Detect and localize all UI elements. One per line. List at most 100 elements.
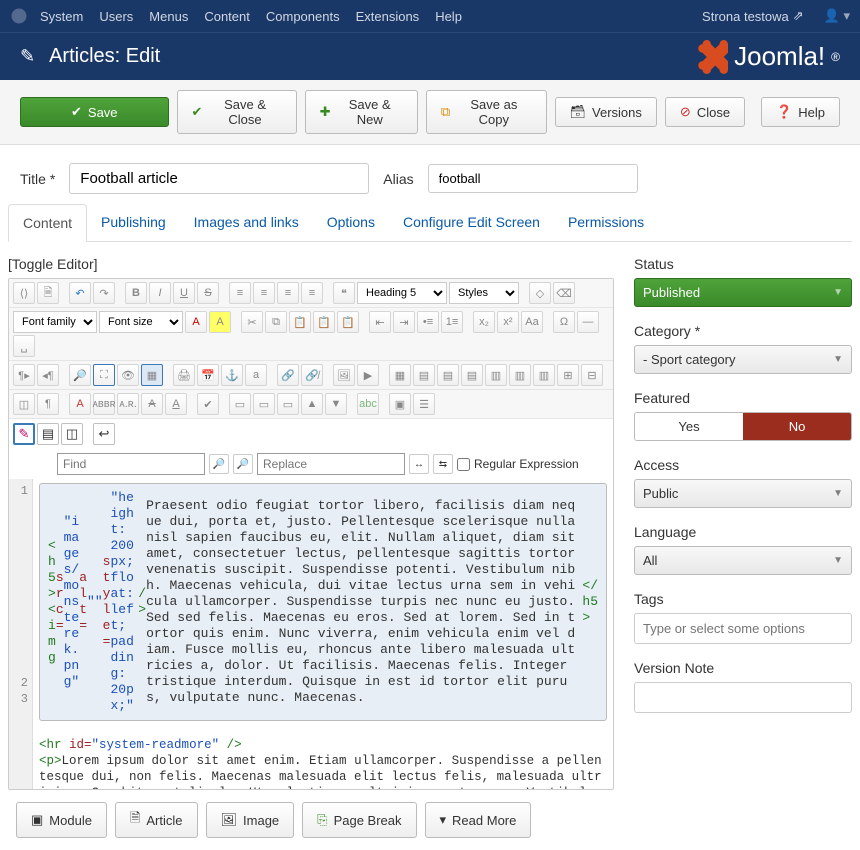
layer-up-icon[interactable]: ▲	[301, 393, 323, 415]
insert-pagebreak-button[interactable]: ⎘Page Break	[302, 802, 416, 838]
row-before-icon[interactable]: ▤	[413, 364, 435, 386]
blocks-icon[interactable]: ▦	[141, 364, 163, 386]
newdoc-icon[interactable]: 🗎	[37, 282, 59, 304]
toggle-editor-link[interactable]: [Toggle Editor]	[8, 256, 614, 272]
regex-checkbox-label[interactable]: Regular Expression	[457, 457, 579, 471]
replace-icon[interactable]: ↔	[409, 454, 429, 474]
tab-images-links[interactable]: Images and links	[180, 204, 313, 241]
category-select[interactable]: - Sport category▼	[634, 345, 852, 374]
save-close-button[interactable]: ✔Save & Close	[177, 90, 297, 134]
nbsp-icon[interactable]: ␣	[13, 335, 35, 357]
clear-format-icon[interactable]: ⌫	[553, 282, 575, 304]
paste-icon[interactable]: 📋	[289, 311, 311, 333]
user-menu-icon[interactable]: 👤 ▾	[824, 8, 850, 24]
align-center-icon[interactable]: ≡	[253, 282, 275, 304]
insert-readmore-button[interactable]: ▾Read More	[425, 802, 532, 838]
replace-input[interactable]	[257, 453, 405, 475]
nav-system[interactable]: System	[40, 9, 83, 24]
styles-select[interactable]: Styles	[449, 282, 519, 304]
bold-icon[interactable]: B	[125, 282, 147, 304]
paste-word-icon[interactable]: 📋	[337, 311, 359, 333]
anchor-icon[interactable]: ⚓	[221, 364, 243, 386]
language-select[interactable]: All▼	[634, 546, 852, 575]
save-button[interactable]: ✔Save	[20, 97, 169, 127]
del-col-icon[interactable]: ▥	[533, 364, 555, 386]
bg-color-icon[interactable]: A	[209, 311, 231, 333]
readmore-icon[interactable]: ☰	[413, 393, 435, 415]
wrap-icon[interactable]: ↩	[93, 423, 115, 445]
ul-icon[interactable]: •≡	[417, 311, 439, 333]
spellcheck-icon[interactable]: ✔	[197, 393, 219, 415]
image-icon[interactable]: 🖼	[333, 364, 355, 386]
code-body[interactable]: <h5><img src="images/monsterek.png" alt=…	[33, 479, 613, 789]
code-editor[interactable]: 1 2 3 <h5><img src="images/monsterek.png…	[9, 479, 613, 789]
redo-icon[interactable]: ↷	[93, 282, 115, 304]
underline-icon[interactable]: U	[173, 282, 195, 304]
indent-icon[interactable]: ⇥	[393, 311, 415, 333]
del-icon[interactable]: A	[141, 393, 163, 415]
template-icon[interactable]: abc	[357, 393, 379, 415]
save-copy-button[interactable]: ⧉Save as Copy	[426, 90, 547, 134]
nav-users[interactable]: Users	[99, 9, 133, 24]
featured-no[interactable]: No	[743, 413, 851, 440]
paste-text-icon[interactable]: 📋	[313, 311, 335, 333]
media-icon[interactable]: ▶	[357, 364, 379, 386]
col-before-icon[interactable]: ▥	[485, 364, 507, 386]
abbr-icon[interactable]: ᴀʙʙʀ	[93, 393, 115, 415]
insert-module-button[interactable]: ▣Module	[16, 802, 107, 838]
ltr-icon[interactable]: ¶▸	[13, 364, 35, 386]
show-blocks-icon[interactable]: ◫	[13, 393, 35, 415]
sup-icon[interactable]: x²	[497, 311, 519, 333]
table-icon[interactable]: ▦	[389, 364, 411, 386]
div-icon[interactable]: ▭	[229, 393, 251, 415]
date-icon[interactable]: 📅	[197, 364, 219, 386]
alias-input[interactable]	[428, 164, 638, 193]
align-right-icon[interactable]: ≡	[277, 282, 299, 304]
row-after-icon[interactable]: ▤	[437, 364, 459, 386]
mode-split-icon[interactable]: ◫	[61, 423, 83, 445]
versions-button[interactable]: 🗃Versions	[555, 97, 657, 127]
align-left-icon[interactable]: ≡	[229, 282, 251, 304]
eraser-icon[interactable]: ◇	[529, 282, 551, 304]
iframe-icon[interactable]: ▣	[389, 393, 411, 415]
layer-down-icon[interactable]: ▼	[325, 393, 347, 415]
site-link[interactable]: Strona testowa ⇗	[702, 8, 804, 24]
layer-icon[interactable]: ▭	[277, 393, 299, 415]
col-after-icon[interactable]: ▥	[509, 364, 531, 386]
regex-checkbox[interactable]	[457, 458, 470, 471]
access-select[interactable]: Public▼	[634, 479, 852, 508]
tab-publishing[interactable]: Publishing	[87, 204, 180, 241]
font-size-select[interactable]: Font size	[99, 311, 183, 333]
rtl-icon[interactable]: ◂¶	[37, 364, 59, 386]
split-icon[interactable]: ⊟	[581, 364, 603, 386]
find-input[interactable]	[57, 453, 205, 475]
insert-image-button[interactable]: 🖼Image	[206, 802, 295, 838]
hr-icon[interactable]: —	[577, 311, 599, 333]
outdent-icon[interactable]: ⇤	[369, 311, 391, 333]
version-note-input[interactable]	[634, 682, 852, 713]
source-icon[interactable]: ⟨⟩	[13, 282, 35, 304]
format-select[interactable]: Heading 5	[357, 282, 447, 304]
nav-components[interactable]: Components	[266, 9, 340, 24]
quote-icon[interactable]: ❝	[333, 282, 355, 304]
del-row-icon[interactable]: ▤	[461, 364, 483, 386]
featured-toggle[interactable]: Yes No	[634, 412, 852, 441]
save-new-button[interactable]: ✚Save & New	[305, 90, 418, 134]
show-para-icon[interactable]: ¶	[37, 393, 59, 415]
find-next-icon[interactable]: 🔎	[209, 454, 229, 474]
ol-icon[interactable]: 1≡	[441, 311, 463, 333]
merge-icon[interactable]: ⊞	[557, 364, 579, 386]
strike-icon[interactable]: S	[197, 282, 219, 304]
tags-input[interactable]	[634, 613, 852, 644]
print-icon[interactable]: 🖨	[173, 364, 195, 386]
nav-menus[interactable]: Menus	[149, 9, 188, 24]
align-justify-icon[interactable]: ≡	[301, 282, 323, 304]
case-icon[interactable]: Aa	[521, 311, 543, 333]
copy-icon[interactable]: ⧉	[265, 311, 287, 333]
nav-extensions[interactable]: Extensions	[356, 9, 420, 24]
link-icon[interactable]: 🔗	[277, 364, 299, 386]
mode-code-icon[interactable]: ✎	[13, 423, 35, 445]
title-input[interactable]	[69, 163, 369, 194]
lang-icon[interactable]: a	[245, 364, 267, 386]
tab-content[interactable]: Content	[8, 204, 87, 242]
